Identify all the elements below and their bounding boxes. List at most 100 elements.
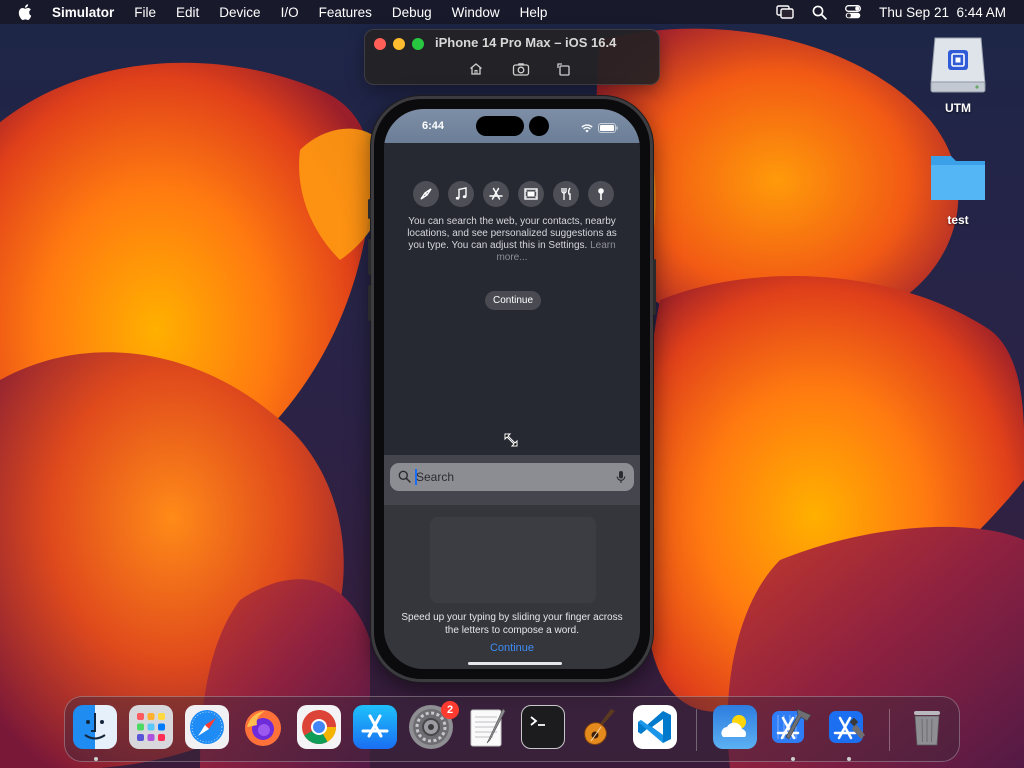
film-icon [518,181,544,207]
iphone-device-frame: 6:44 You can search the web, your contac… [368,96,656,682]
app-store-icon [353,705,397,749]
terminal-icon [521,705,565,749]
launchpad-icon [129,705,173,749]
dynamic-island [476,116,524,136]
swipe-keyboard-illustration [430,517,596,603]
menu-extras: Thu Sep 21 6:44 AM [776,0,1006,24]
search-placeholder: Search [416,470,455,484]
firefox-icon [241,705,285,749]
front-camera [529,116,549,136]
volume-down-button[interactable] [368,285,371,321]
window-controls [374,38,424,50]
simulator-icon [825,705,869,749]
simulator-tools [468,61,572,77]
dock-item-weather[interactable] [713,705,759,751]
spotlight-intro-panel: You can search the web, your contacts, n… [384,143,640,455]
chrome-icon [297,705,341,749]
textedit-icon [465,705,509,749]
close-button[interactable] [374,38,386,50]
status-icons [581,120,618,138]
trash-icon [905,705,949,749]
dock-item-xcode[interactable] [769,705,815,751]
status-bar: 6:44 [384,109,640,143]
fork-knife-icon [553,181,579,207]
dock-separator [696,709,697,751]
search-icon [398,470,411,488]
continue-link[interactable]: Continue [384,642,640,654]
app-store-icon [483,181,509,207]
dock-item-vscode[interactable] [633,705,679,751]
menu-bar: Simulator File Edit Device I/O Features … [0,0,1024,24]
dock-item-app-store[interactable] [353,705,399,751]
running-indicator [791,757,795,761]
folder-icon [918,148,998,209]
dock-item-launchpad[interactable] [129,705,175,751]
dock-item-textedit[interactable] [465,705,511,751]
menu-io[interactable]: I/O [281,5,299,20]
safari-icon [185,705,229,749]
search-bar-container: Search [384,455,640,505]
menu-app-name[interactable]: Simulator [52,5,114,20]
apple-menu-icon[interactable] [18,4,36,20]
battery-icon [598,120,618,138]
volume-up-button[interactable] [368,239,371,275]
notification-badge: 2 [441,701,459,719]
microphone-icon[interactable] [616,470,626,489]
xcode-icon [769,705,813,749]
spotlight-search-icon[interactable] [812,5,827,20]
dock-item-trash[interactable] [905,705,951,751]
dock-separator [889,709,890,751]
home-indicator[interactable] [468,662,562,665]
compass-icon [413,181,439,207]
minimize-button[interactable] [393,38,405,50]
finder-icon [73,705,117,749]
menu-edit[interactable]: Edit [176,5,199,20]
wifi-icon [581,120,593,138]
screen-mirroring-icon[interactable] [776,5,794,19]
dock-item-simulator[interactable] [825,705,871,751]
rotate-icon[interactable] [556,61,572,77]
dock-item-terminal[interactable] [521,705,567,751]
action-button[interactable] [368,199,371,219]
menu-window[interactable]: Window [452,5,500,20]
spotlight-info-text: You can search the web, your contacts, n… [404,216,620,264]
search-input[interactable]: Search [390,463,634,491]
dock-item-chrome[interactable] [297,705,343,751]
continue-button[interactable]: Continue [485,291,541,310]
keyboard-onboarding-area: Speed up your typing by sliding your fin… [384,505,640,669]
menu-file[interactable]: File [134,5,156,20]
menu-debug[interactable]: Debug [392,5,432,20]
vscode-icon [633,705,677,749]
suggestion-icon-row [413,181,614,207]
swipe-typing-text: Speed up your typing by sliding your fin… [401,612,623,636]
menu-features[interactable]: Features [319,5,372,20]
dock: 2 [64,696,960,762]
simulator-title: iPhone 14 Pro Max – iOS 16.4 [435,35,617,50]
dock-item-firefox[interactable] [241,705,287,751]
drive-icon [918,34,998,97]
desktop-icon-test[interactable]: test [918,148,998,227]
running-indicator [94,757,98,761]
menu-device[interactable]: Device [219,5,260,20]
dock-item-garageband[interactable] [577,705,623,751]
dock-item-system-settings[interactable]: 2 [409,701,459,751]
menu-help[interactable]: Help [520,5,548,20]
control-center-icon[interactable] [845,5,862,19]
resize-cursor-icon [503,432,519,453]
music-note-icon [448,181,474,207]
dock-item-safari[interactable] [185,705,231,751]
status-time: 6:44 [422,120,445,132]
screenshot-icon[interactable] [512,61,530,77]
info-text-body: You can search the web, your contacts, n… [407,216,617,251]
home-icon[interactable] [468,61,484,77]
dock-item-finder[interactable] [73,705,119,751]
power-button[interactable] [653,259,656,315]
menu-datetime[interactable]: Thu Sep 21 6:44 AM [879,5,1006,20]
running-indicator [847,757,851,761]
desktop-icon-utm[interactable]: UTM [918,34,998,115]
zoom-button[interactable] [412,38,424,50]
simulator-window-titlebar: iPhone 14 Pro Max – iOS 16.4 [364,29,660,85]
desktop-icon-label: UTM [945,101,971,115]
garageband-icon [577,705,621,749]
weather-icon [713,705,757,749]
